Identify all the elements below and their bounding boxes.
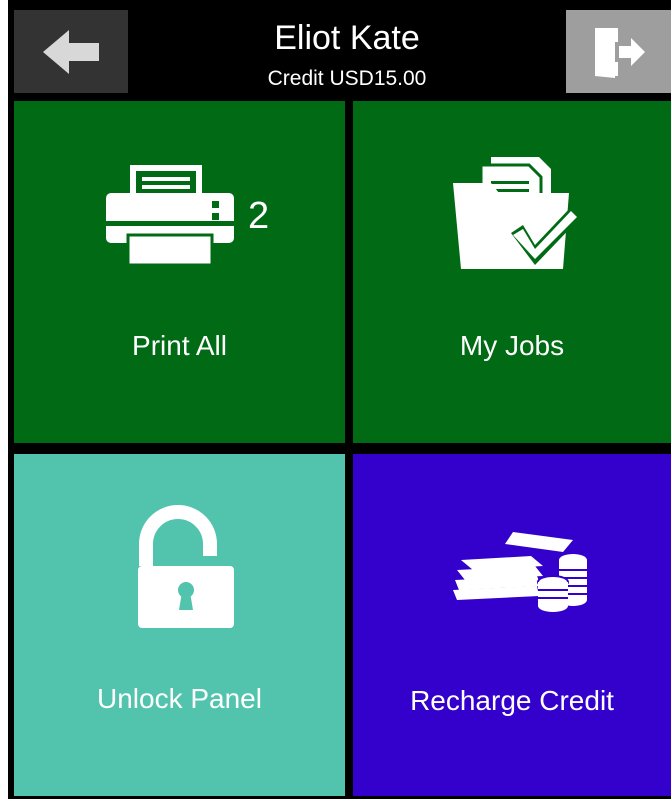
logout-door-icon [594,27,645,78]
print-all-label: Print All [132,330,227,361]
folder-check-icon [453,157,581,269]
my-jobs-tile[interactable]: My Jobs [353,101,671,443]
logout-button[interactable] [566,10,671,93]
recharge-credit-label: Recharge Credit [410,685,614,716]
app-frame: Eliot Kate Credit USD15.00 2 Print All M… [8,0,671,799]
padlock-open-icon [138,505,234,628]
my-jobs-label: My Jobs [459,330,565,361]
cash-coins-icon [453,532,587,612]
arrow-left-icon [43,29,99,74]
header-bar: Eliot Kate Credit USD15.00 [8,0,671,97]
user-name: Eliot Kate [274,19,420,57]
printer-icon [106,165,234,267]
unlock-panel-tile[interactable]: Unlock Panel [14,454,345,796]
credit-balance: Credit USD15.00 [267,67,427,90]
print-all-tile[interactable]: 2 Print All [14,101,345,443]
back-button[interactable] [14,10,128,93]
recharge-credit-tile[interactable]: Recharge Credit [353,454,671,796]
unlock-panel-label: Unlock Panel [97,683,262,714]
job-count-badge: 2 [248,195,270,237]
